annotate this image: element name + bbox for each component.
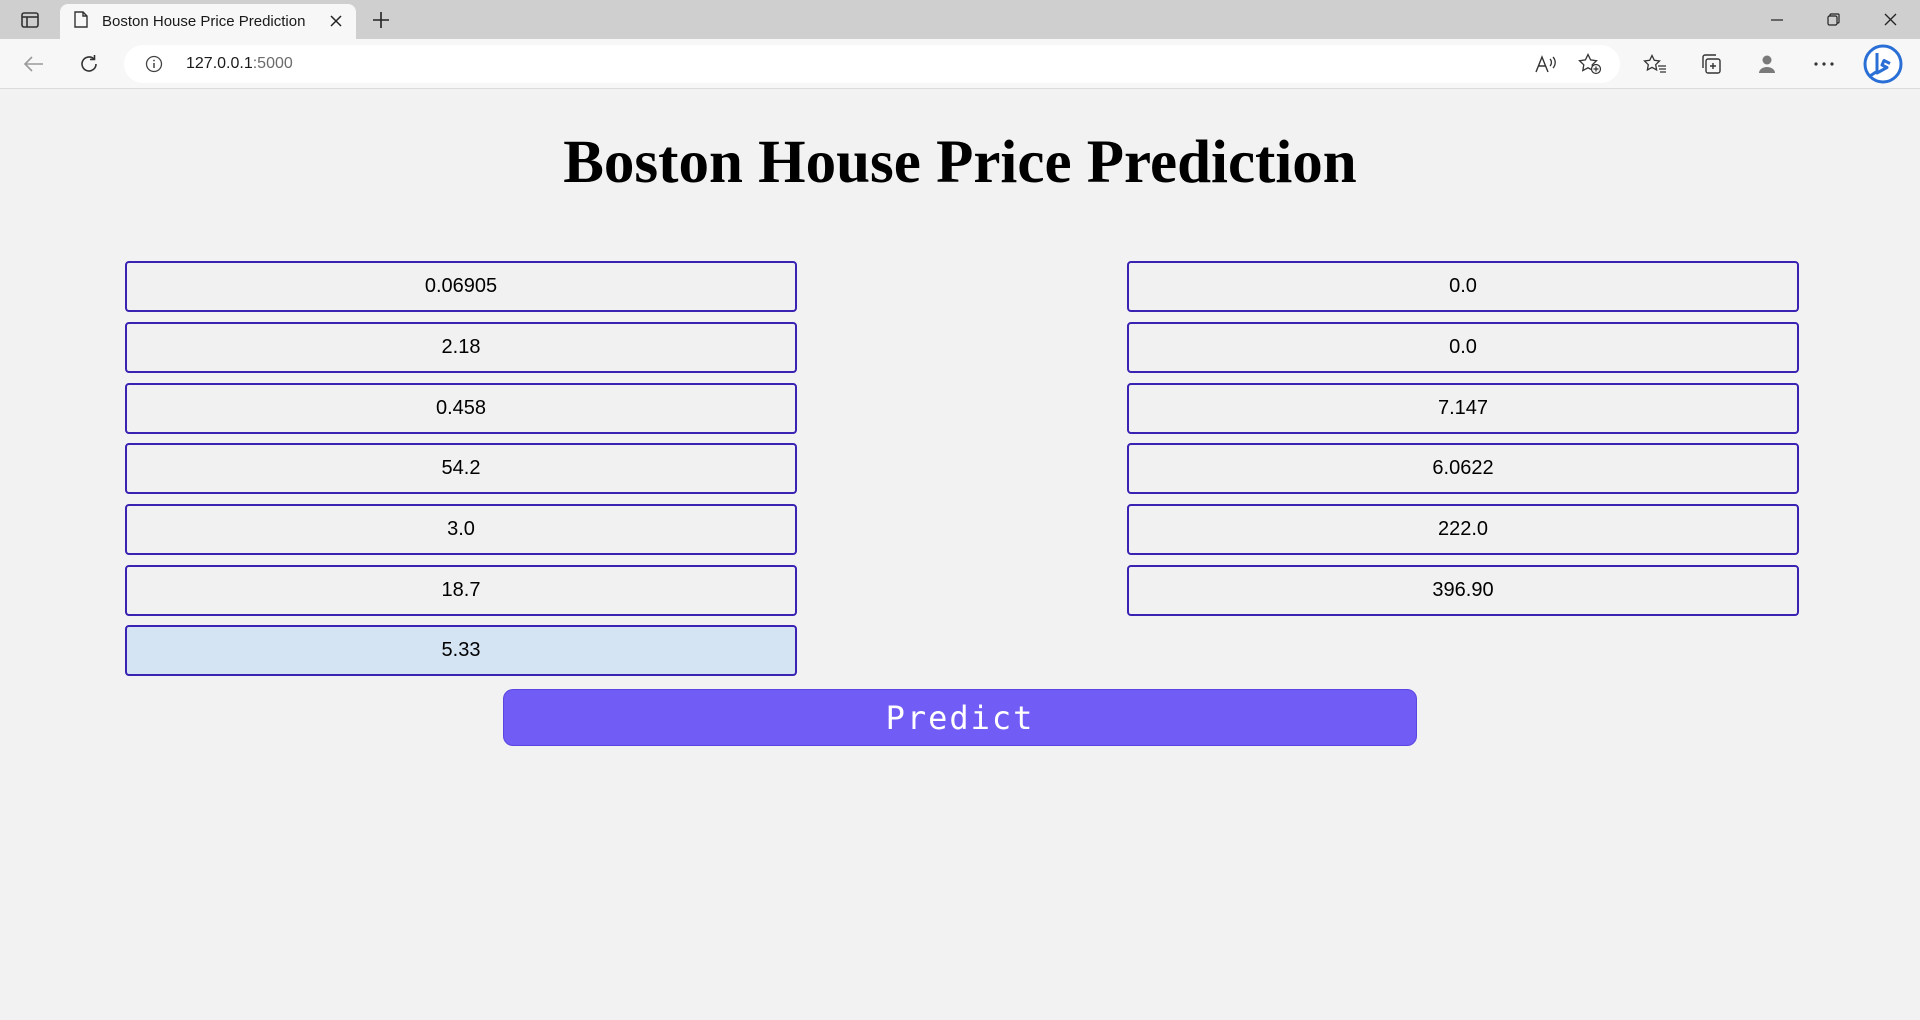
favorites-icon[interactable] [1639, 48, 1671, 80]
minimize-icon[interactable] [1748, 0, 1805, 39]
predict-button[interactable]: Predict [503, 689, 1417, 746]
browser-tab[interactable]: Boston House Price Prediction [60, 4, 356, 39]
browser-toolbar: 127.0.0.1:5000 [0, 39, 1920, 89]
feature-input-left-4[interactable] [125, 443, 797, 494]
add-favorite-icon[interactable] [1574, 49, 1606, 79]
read-aloud-icon[interactable] [1530, 49, 1562, 79]
page-title: Boston House Price Prediction [563, 129, 1357, 196]
close-tab-icon[interactable] [326, 11, 346, 31]
refresh-icon[interactable] [73, 48, 105, 80]
site-info-icon[interactable] [144, 54, 164, 74]
feature-input-right-1[interactable] [1127, 261, 1799, 312]
feature-input-left-3[interactable] [125, 383, 797, 434]
close-window-icon[interactable] [1862, 0, 1919, 39]
address-bar[interactable]: 127.0.0.1:5000 [124, 45, 1620, 83]
tab-strip: Boston House Price Prediction [0, 0, 1920, 39]
profile-icon[interactable] [1751, 48, 1783, 80]
feature-input-right-4[interactable] [1127, 443, 1799, 494]
feature-input-left-5[interactable] [125, 504, 797, 555]
back-icon[interactable] [18, 48, 50, 80]
feature-input-right-6[interactable] [1127, 565, 1799, 616]
collections-icon[interactable] [1695, 48, 1727, 80]
more-options-icon[interactable] [1808, 48, 1840, 80]
new-tab-icon[interactable] [366, 6, 396, 34]
tab-actions-icon[interactable] [10, 6, 50, 34]
feature-input-right-5[interactable] [1127, 504, 1799, 555]
feature-input-left-2[interactable] [125, 322, 797, 373]
feature-input-left-6[interactable] [125, 565, 797, 616]
url-text[interactable]: 127.0.0.1:5000 [186, 55, 293, 73]
url-host: 127.0.0.1 [186, 55, 253, 72]
feature-input-left-1[interactable] [125, 261, 797, 312]
feature-input-right-3[interactable] [1127, 383, 1799, 434]
feature-input-right-2[interactable] [1127, 322, 1799, 373]
tab-title: Boston House Price Prediction [102, 13, 306, 30]
page-icon [74, 10, 88, 33]
feature-input-left-7[interactable] [125, 625, 797, 676]
url-port: :5000 [252, 55, 293, 72]
restore-icon[interactable] [1805, 0, 1862, 39]
copilot-icon[interactable] [1862, 43, 1904, 85]
